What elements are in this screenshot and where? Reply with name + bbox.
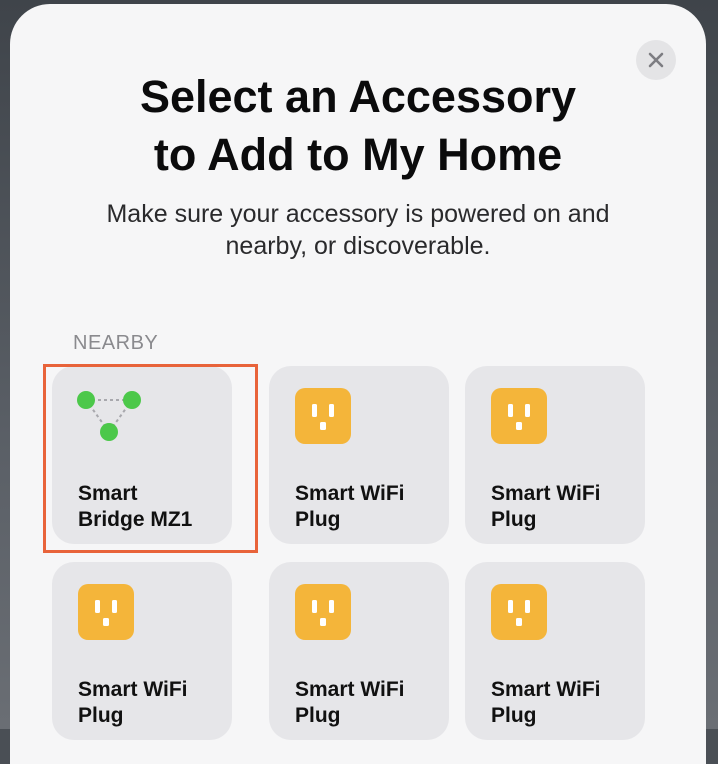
accessory-tile-smart-wifi-plug[interactable]: Smart WiFi Plug — [465, 366, 645, 544]
accessory-tile-smart-wifi-plug[interactable]: Smart WiFi Plug — [465, 562, 645, 740]
accessory-label: Smart WiFi Plug — [491, 482, 601, 531]
instructions-text: Make sure your accessory is powered on a… — [10, 198, 706, 262]
section-label-nearby: NEARBY — [73, 332, 159, 354]
plug-icon — [295, 584, 351, 640]
accessory-label: Smart WiFi Plug — [295, 482, 405, 531]
bridge-icon — [77, 391, 141, 441]
plug-icon — [78, 584, 134, 640]
page-title: Select an Accessory to Add to My Home — [10, 68, 706, 184]
subtitle-line-1: Make sure your accessory is powered on a… — [106, 200, 610, 228]
close-icon — [648, 52, 664, 68]
accessory-label: Smart WiFi Plug — [295, 678, 405, 727]
accessory-tile-smart-wifi-plug[interactable]: Smart WiFi Plug — [52, 562, 232, 740]
accessory-label: Smart Bridge MZ1 — [78, 482, 193, 531]
add-accessory-sheet: Select an Accessory to Add to My Home Ma… — [10, 4, 706, 764]
accessory-tile-smart-wifi-plug[interactable]: Smart WiFi Plug — [269, 366, 449, 544]
accessory-label: Smart WiFi Plug — [491, 678, 601, 727]
plug-icon — [491, 388, 547, 444]
title-line-2: to Add to My Home — [153, 129, 563, 180]
plug-icon — [491, 584, 547, 640]
accessory-tile-smart-bridge[interactable]: Smart Bridge MZ1 — [52, 366, 232, 544]
subtitle-line-2: nearby, or discoverable. — [225, 232, 491, 260]
title-line-1: Select an Accessory — [139, 71, 577, 122]
plug-icon — [295, 388, 351, 444]
accessory-label: Smart WiFi Plug — [78, 678, 188, 727]
accessory-tile-smart-wifi-plug[interactable]: Smart WiFi Plug — [269, 562, 449, 740]
